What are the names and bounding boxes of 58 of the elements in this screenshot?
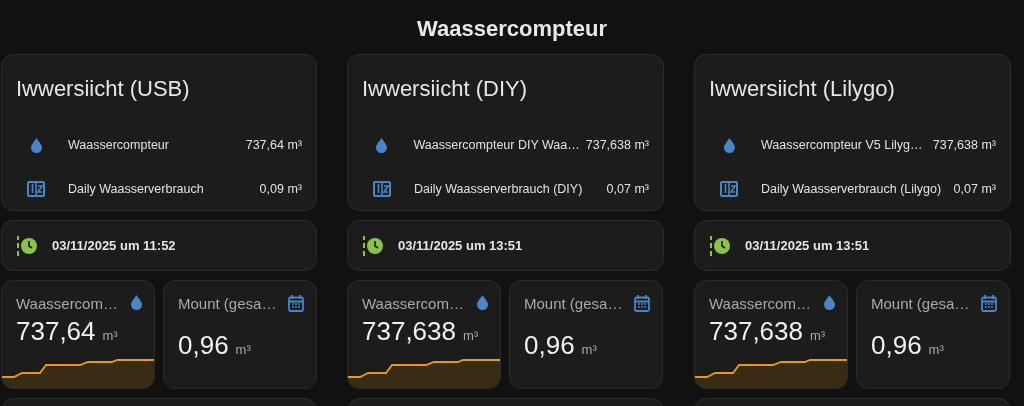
tile-name: Waassercom…: [362, 295, 464, 312]
tile-value: 737,638: [709, 316, 803, 347]
entity-name[interactable]: Waassercompteur V5 Lilyg…: [761, 138, 927, 152]
tile-value: 737,638: [362, 316, 456, 347]
water-drop-icon: [376, 137, 388, 153]
tile-unit: m³: [810, 328, 826, 343]
entity-name[interactable]: Daily Waasserverbrauch (Lilygo): [761, 182, 948, 196]
calendar-icon: [288, 295, 304, 312]
card-title: Iwwersiicht (Lilygo): [709, 75, 896, 103]
calendar-icon: [981, 295, 997, 312]
sensor-tile[interactable]: Waassercom… 737,638 m³: [347, 280, 501, 389]
water-drop-icon: [723, 137, 735, 153]
entity-value: 737,638 m³: [932, 138, 996, 152]
counter-icon: [720, 181, 738, 197]
tile-value: 0,96: [871, 330, 922, 361]
clock-icon: [362, 235, 384, 256]
entity-name[interactable]: Waassercompteur DIY Waa…: [413, 138, 580, 152]
dashboard-title: Waassercompteur: [416, 15, 608, 42]
timestamp: 03/11/2025 um 13:51: [745, 238, 870, 253]
card-title: Iwwersiicht (DIY): [362, 75, 528, 103]
tile-unit: m³: [928, 342, 944, 357]
sensor-tile[interactable]: Waassercom… 737,64 m³: [1, 280, 155, 389]
tile-value: 737,64: [16, 316, 96, 347]
tile-name: Mount (gesa…: [178, 295, 277, 312]
sensor-tile[interactable]: Mount (gesa… 0,96 m³: [163, 280, 317, 389]
entity-name[interactable]: Waassercompteur: [68, 138, 240, 152]
counter-icon: [373, 181, 391, 197]
water-drop-icon: [824, 295, 835, 310]
sensor-tile[interactable]: Mount (gesa… 0,96 m³: [856, 280, 1010, 389]
sensor-tile[interactable]: Waassercom… 737,638 m³: [694, 280, 848, 389]
entity-value: 0,07 m³: [953, 182, 996, 196]
water-drop-icon: [477, 295, 488, 310]
calendar-icon: [634, 295, 650, 312]
entity-value: 737,638 m³: [585, 138, 649, 152]
clock-icon: [709, 235, 731, 256]
tile-value: 0,96: [524, 330, 575, 361]
tile-value: 0,96: [178, 330, 229, 361]
entity-value: 737,64 m³: [245, 138, 302, 152]
water-drop-icon: [131, 295, 142, 310]
tile-name: Mount (gesa…: [524, 295, 623, 312]
card-title: Iwwersiicht (USB): [16, 75, 191, 103]
tile-unit: m³: [463, 328, 479, 343]
tile-name: Waassercom…: [16, 295, 118, 312]
tile-name: Waassercom…: [709, 295, 811, 312]
entity-value: 0,09 m³: [259, 182, 302, 196]
tile-unit: m³: [102, 328, 118, 343]
tile-name: Mount (gesa…: [871, 295, 970, 312]
entity-name[interactable]: Daily Waasserverbrauch: [68, 182, 254, 196]
counter-icon: [27, 181, 45, 197]
clock-icon: [16, 235, 38, 256]
timestamp: 03/11/2025 um 13:51: [398, 238, 523, 253]
entity-name[interactable]: Daily Waasserverbrauch (DIY): [414, 182, 601, 196]
tile-unit: m³: [235, 342, 251, 357]
entity-value: 0,07 m³: [606, 182, 649, 196]
tile-unit: m³: [581, 342, 597, 357]
sensor-tile[interactable]: Mount (gesa… 0,96 m³: [509, 280, 663, 389]
water-drop-icon: [30, 137, 42, 153]
timestamp: 03/11/2025 um 11:52: [52, 238, 176, 253]
